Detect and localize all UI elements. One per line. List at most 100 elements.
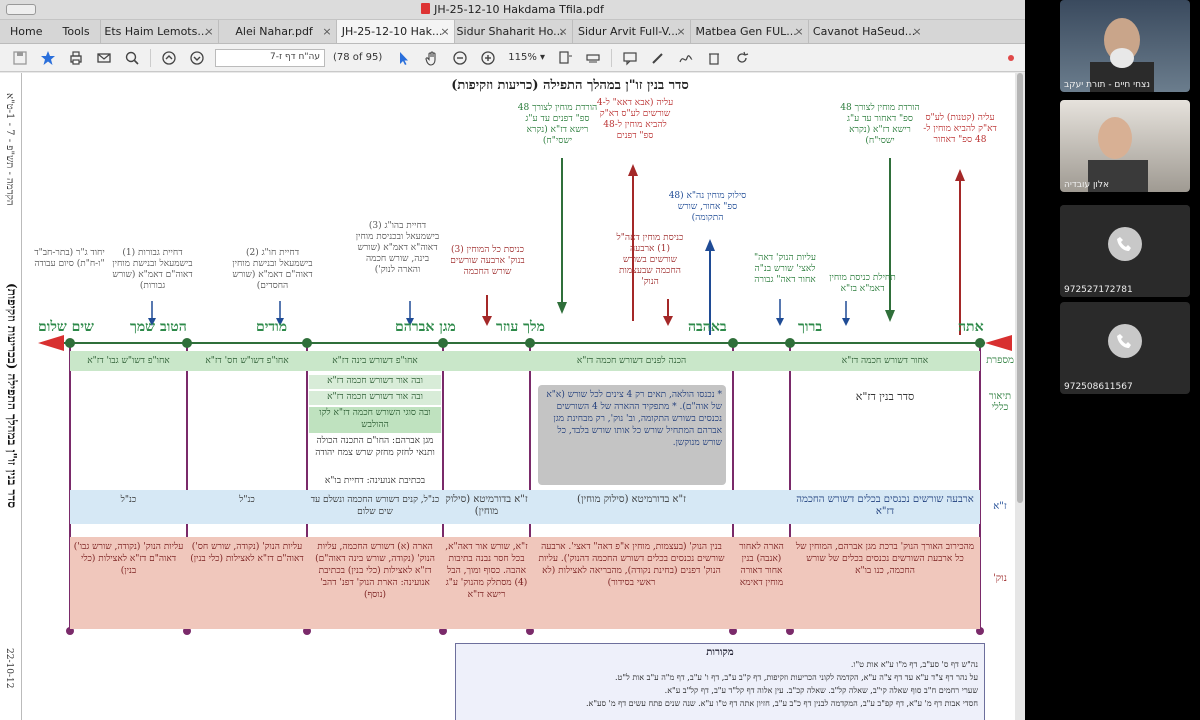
toolbar: עה"ח דף ז-7 (78 of 95) 115% ▾ <box>0 44 1025 72</box>
toolbar-separator <box>150 48 151 67</box>
description-inner: בכתיבת אנועינה: דחיית בו"א <box>324 476 426 486</box>
tab-label: Ets Haim Lemots... <box>104 25 208 38</box>
notification-dot <box>997 47 1025 69</box>
timeline-word: הטוב שמך <box>130 319 187 335</box>
menu-tools[interactable]: Tools <box>52 20 99 43</box>
sign-button[interactable] <box>672 47 700 69</box>
za-cell: ז"א בדורמיטא (סילוק מוחין) <box>577 494 686 505</box>
timeline-word: אתה <box>958 319 984 335</box>
participant-tile[interactable]: נצחי חיים - תורת יעקב <box>1060 0 1190 92</box>
down-arrows <box>148 158 895 326</box>
plus-circle-icon <box>481 50 495 65</box>
rotate-icon <box>737 51 749 63</box>
participant-video <box>1090 18 1154 92</box>
participant-tile[interactable]: אלון עובדיה <box>1060 100 1190 192</box>
search-icon <box>125 51 139 65</box>
select-tool-button[interactable] <box>390 47 418 69</box>
tab-document[interactable]: Cavanot HaSeud... × <box>807 20 926 43</box>
tab-label: Matbea Gen FUL... <box>695 25 797 38</box>
row-label: ז"א <box>993 501 1007 512</box>
rotate-button[interactable] <box>728 47 756 69</box>
description-cell: סדר בנין דז"א <box>855 391 915 403</box>
description-inner: ובה סוגי השורש חכמה דז"א לקו ההולבש <box>309 407 441 433</box>
band-cell: אחו"פ דשו"ש חס' דז"א <box>205 356 289 366</box>
band-cell: הכנה לפנים דשורש חכמה דז"א <box>576 356 687 366</box>
close-icon[interactable]: × <box>204 25 213 38</box>
pen-icon <box>652 52 663 64</box>
band-cell: אחו"פ דשו"ש גבו' דז"א <box>87 356 170 366</box>
close-icon[interactable]: × <box>440 25 449 38</box>
description-inner: ובה אור דשורש חכמה דז"א <box>309 391 441 405</box>
sources-box: מקורות נה"ש דף ס' סע"ב, דף מ"ו ע"א אות ט… <box>455 643 985 720</box>
band-cell: אחור דשורש חכמה דז"א <box>841 356 929 366</box>
window-title: JH-25-12-10 Hakdama Tfila.pdf <box>0 3 1025 16</box>
hand-tool-button[interactable] <box>418 47 446 69</box>
fit-page-icon <box>559 50 573 64</box>
timeline-word: ברוך <box>798 319 823 335</box>
nok-cell: בנין הנוק' (בעצמות, מוחין א"פ דאה" דאצי'… <box>538 542 725 588</box>
row-label: תיאור כללי <box>988 391 1012 413</box>
save-button[interactable] <box>6 47 34 69</box>
page-up-button[interactable] <box>155 47 183 69</box>
row-label: מספרת <box>986 355 1014 366</box>
sources-heading: מקורות <box>706 647 734 658</box>
vertical-scrollbar[interactable] <box>1015 73 1025 720</box>
timeline-word: מגן אברהם <box>395 319 456 335</box>
phone-icon <box>1108 227 1142 261</box>
timeline-word: באהבה <box>688 319 727 335</box>
timeline-word: מודים <box>256 319 288 335</box>
tab-document[interactable]: Matbea Gen FUL... × <box>689 20 808 43</box>
pdf-page-view[interactable]: הקדמה - תש"פ - 7 - 1-ט"א סדר בנין זו"ן ב… <box>0 73 1025 720</box>
za-cell: כנ"ל, קנים דשורש החכמה ונשלם עד שים שלום <box>310 495 440 517</box>
nok-cell: ז"א, שורש אור דאה"א, בכל חסר נבנה בתיבות… <box>445 542 528 600</box>
participant-name: 972527172781 <box>1064 285 1133 295</box>
arrow-up-circle-icon <box>162 50 176 65</box>
tab-document-active[interactable]: JH-25-12-10 Hak... × <box>335 20 454 43</box>
nok-cell: הארה לאחור (אנבה) בנין אחור דאורה מוחין … <box>739 542 784 588</box>
participant-tile-phone[interactable]: 972527172781 <box>1060 205 1190 297</box>
tab-document[interactable]: Sidur Shaharit Ho... × <box>453 20 572 43</box>
participant-name: אלון עובדיה <box>1064 180 1109 190</box>
toolbar-separator <box>611 48 613 67</box>
tab-document[interactable]: Alei Nahar.pdf × <box>217 20 336 43</box>
page-count: (78 of 95) <box>333 52 383 63</box>
participant-tile-phone[interactable]: 972508611567 <box>1060 302 1190 394</box>
email-button[interactable] <box>90 47 118 69</box>
zoom-select[interactable]: 115% ▾ <box>508 52 545 63</box>
print-button[interactable] <box>62 47 90 69</box>
bookmark-button[interactable] <box>34 47 62 69</box>
nok-cell: עליות הנוק' (נקודה, שורש חס') דאוה"ם דז"… <box>190 542 304 564</box>
close-icon[interactable]: × <box>794 25 803 38</box>
page-number-input[interactable]: עה"ח דף ז-7 <box>215 48 325 67</box>
zoom-in-button[interactable] <box>474 47 502 69</box>
tab-document[interactable]: Sidur Arvit Full-V... × <box>571 20 690 43</box>
chevron-down-icon: ▾ <box>540 52 546 63</box>
close-icon[interactable]: × <box>558 25 567 38</box>
scroll-mode-button[interactable] <box>579 47 607 69</box>
close-icon[interactable]: × <box>322 25 331 38</box>
search-button[interactable] <box>118 47 146 69</box>
row-label: נוק' <box>993 573 1007 584</box>
pen-button[interactable] <box>644 47 672 69</box>
za-cell: כנ"ל <box>239 495 255 505</box>
fit-page-button[interactable] <box>551 47 579 69</box>
pdf-file-icon <box>421 3 431 14</box>
page-down-button[interactable] <box>183 47 211 69</box>
source-line: שערי רחמים ח"ב סוף שאלה קי"ב, שאלה קל"ב.… <box>664 686 978 695</box>
menu-home[interactable]: Home <box>0 20 52 43</box>
source-line: חסדי אבות דף מ' ע"א, דף קפ"ב ע"ב, המקדמה… <box>585 699 978 708</box>
participant-name: 972508611567 <box>1064 382 1133 392</box>
delete-button[interactable] <box>700 47 728 69</box>
tab-label: Sidur Arvit Full-V... <box>578 25 679 38</box>
nok-cell: מהכירוב האורך הנוק' ברכת מגן אברהם, המוח… <box>795 542 975 576</box>
scrollbar-thumb[interactable] <box>1017 73 1023 503</box>
nok-cell: הארה (א) דשורש החכמה, עליות הנוק' (נקודה… <box>315 542 435 600</box>
close-icon[interactable]: × <box>912 25 921 38</box>
tab-label: Alei Nahar.pdf <box>235 25 313 38</box>
close-icon[interactable]: × <box>676 25 685 38</box>
title-bar: JH-25-12-10 Hakdama Tfila.pdf <box>0 0 1025 20</box>
video-call-panel: נצחי חיים - תורת יעקב אלון עובדיה 972527… <box>1025 0 1200 720</box>
zoom-out-button[interactable] <box>446 47 474 69</box>
tab-document[interactable]: Ets Haim Lemots... × <box>99 20 218 43</box>
comment-button[interactable] <box>616 47 644 69</box>
